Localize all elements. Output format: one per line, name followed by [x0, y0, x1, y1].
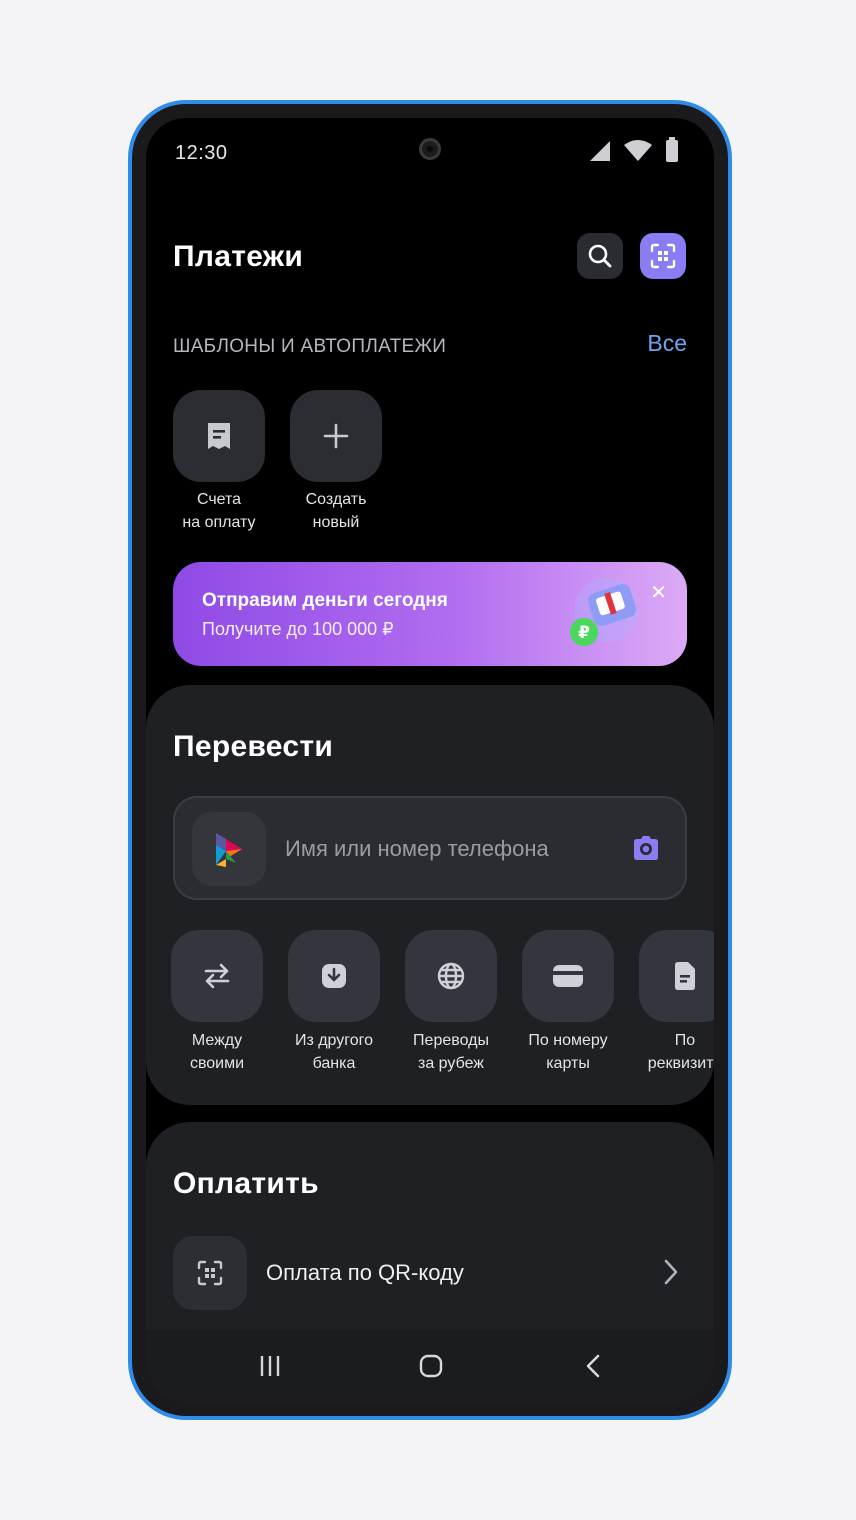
label-line: Переводы	[413, 1032, 489, 1049]
qr-scan-icon	[173, 1236, 247, 1310]
search-icon	[588, 244, 612, 268]
status-icons	[590, 137, 678, 162]
front-camera	[419, 138, 441, 160]
download-icon	[322, 964, 346, 988]
pay-title: Оплатить	[173, 1167, 319, 1200]
screen: 12:30 Платежи ШАБЛОНЫ И АВТОПЛАТЕЖИ Все	[146, 118, 714, 1402]
transfer-by-card-button[interactable]	[522, 930, 614, 1022]
label-line: По номеру	[528, 1032, 608, 1049]
phone-frame: 12:30 Платежи ШАБЛОНЫ И АВТОПЛАТЕЖИ Все	[128, 100, 732, 1420]
qr-scan-glyph	[197, 1260, 223, 1286]
transfer-from-other-bank-button[interactable]	[288, 930, 380, 1022]
qr-scan-icon	[650, 243, 676, 269]
transfer-between-own-button[interactable]	[171, 930, 263, 1022]
template-invoices-label: Счета на оплату	[159, 488, 279, 534]
template-create-button[interactable]	[290, 390, 382, 482]
status-time: 12:30	[175, 142, 228, 164]
signal-icon	[590, 141, 610, 161]
banner-close-button[interactable]: ✕	[650, 580, 667, 605]
pay-qr-label: Оплата по QR-коду	[266, 1260, 464, 1285]
templates-section-label: ШАБЛОНЫ И АВТОПЛАТЕЖИ	[173, 336, 447, 357]
pay-qr-row[interactable]: Оплата по QR-коду	[173, 1236, 687, 1312]
transfer-between-own-label: Между своими	[157, 1029, 277, 1075]
phone-bezel: 12:30 Платежи ШАБЛОНЫ И АВТОПЛАТЕЖИ Все	[132, 104, 728, 1416]
plus-icon	[323, 423, 349, 449]
back-icon	[586, 1354, 600, 1378]
system-nav-bar	[146, 1330, 714, 1402]
transfer-card: Перевести Имя или номер телефона Между с…	[146, 685, 714, 1105]
recent-apps-button[interactable]	[250, 1350, 290, 1382]
template-create-label: Создать новый	[276, 488, 396, 534]
transfer-from-other-bank-label: Из другого банка	[274, 1029, 394, 1075]
banner-illustration: ₽	[570, 578, 638, 646]
battery-icon	[666, 137, 678, 162]
chevron-right-icon	[664, 1259, 678, 1285]
recent-apps-icon	[260, 1356, 280, 1376]
home-icon	[419, 1354, 443, 1378]
transfer-title: Перевести	[173, 730, 334, 763]
card-icon	[553, 965, 583, 987]
document-icon	[675, 962, 695, 990]
label-line: По	[674, 1032, 696, 1049]
transfer-abroad-button[interactable]	[405, 930, 497, 1022]
transfer-by-card-label: По номеру карты	[508, 1029, 628, 1075]
label-line: Из другого	[294, 1032, 374, 1049]
label-line: за рубеж	[418, 1055, 484, 1072]
transfer-by-requisites-label: По реквизита	[625, 1029, 714, 1075]
label-line: банка	[312, 1055, 356, 1072]
swap-arrows-icon	[204, 963, 230, 989]
recipient-search-placeholder: Имя или номер телефона	[285, 836, 549, 861]
globe-icon	[437, 962, 465, 990]
transfer-by-requisites-button[interactable]	[639, 930, 714, 1022]
templates-all-link[interactable]: Все	[647, 330, 687, 357]
receipt-icon	[208, 423, 230, 449]
banner-title: Отправим деньги сегодня	[202, 590, 448, 611]
qr-scan-button[interactable]	[640, 233, 686, 279]
wifi-icon	[624, 140, 652, 161]
label-line: Между	[191, 1032, 243, 1049]
transfer-abroad-label: Переводы за рубеж	[391, 1029, 511, 1075]
label-line: новый	[312, 514, 360, 531]
home-button[interactable]	[411, 1350, 451, 1382]
label-line: Счета	[196, 491, 242, 508]
label-line: карты	[546, 1055, 590, 1072]
template-invoices-button[interactable]	[173, 390, 265, 482]
sbp-logo-icon	[192, 812, 266, 886]
label-line: своими	[189, 1055, 245, 1072]
page-title: Платежи	[173, 240, 304, 273]
label-line: реквизита	[647, 1055, 714, 1072]
label-line: Создать	[305, 491, 367, 508]
sbp-logo	[216, 833, 242, 867]
camera-icon[interactable]	[631, 834, 661, 862]
recipient-search-input[interactable]: Имя или номер телефона	[173, 796, 687, 900]
label-line: на оплату	[182, 514, 256, 531]
back-button[interactable]	[573, 1350, 613, 1382]
promo-banner[interactable]: Отправим деньги сегодня Получите до 100 …	[173, 562, 687, 666]
banner-subtitle: Получите до 100 000 ₽	[202, 619, 394, 639]
svg-text:₽: ₽	[578, 623, 590, 643]
search-button[interactable]	[577, 233, 623, 279]
